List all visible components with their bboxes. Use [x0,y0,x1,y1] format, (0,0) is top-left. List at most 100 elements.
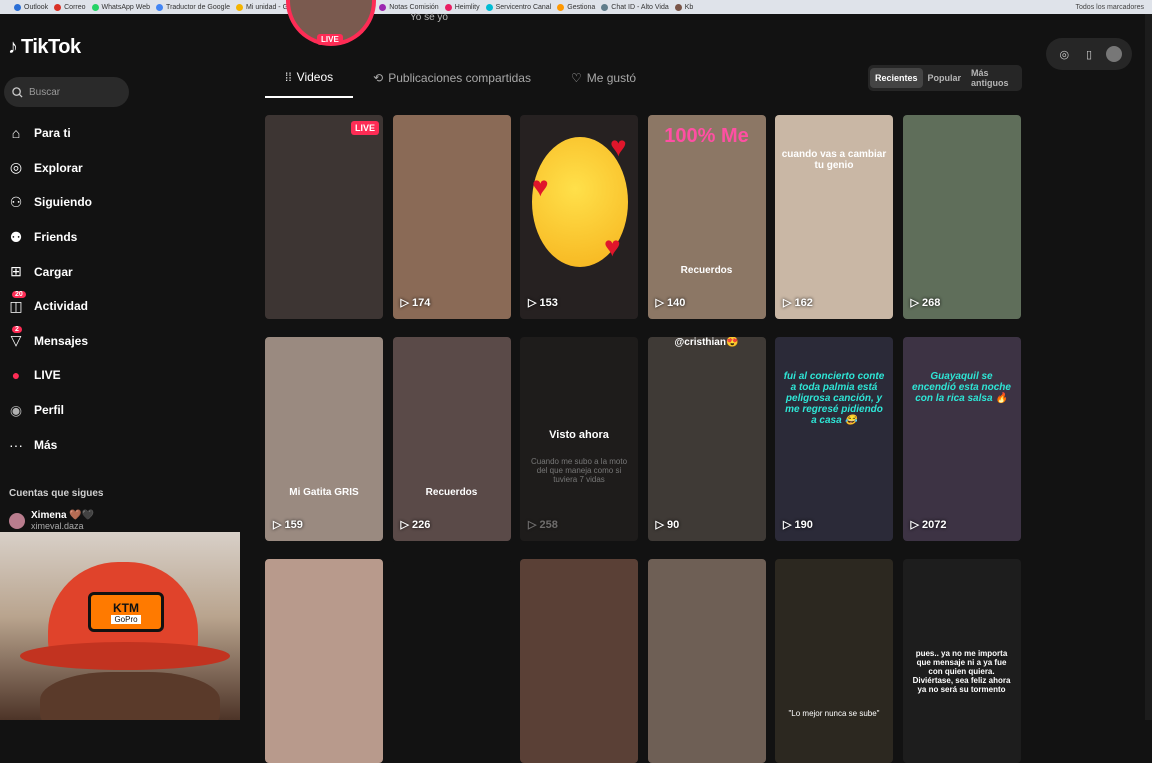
video-tile[interactable]: pues.. ya no me importa que mensaje ni a… [902,559,1021,763]
tab-videos[interactable]: ⁞⁞ Videos [265,64,354,98]
compass-icon: ◎ [9,159,23,176]
tab-liked[interactable]: ♡ Me gustó [551,64,656,98]
video-caption: "Lo mejor nunca se sube" [788,709,880,718]
coin-icon[interactable]: ◎ [1056,46,1072,62]
cap-patch: KTM GoPro [88,592,164,632]
bookmark-item[interactable]: WhatsApp Web [91,3,150,11]
sort-oldest[interactable]: Más antiguos [966,63,1020,93]
video-tile[interactable] [392,559,511,763]
bookmark-item[interactable]: Servicentro Canal [485,3,551,11]
sidebar-item-mensajes[interactable]: ▽ 2 Mensajes [8,324,92,359]
tab-reposts[interactable]: ⟲ Publicaciones compartidas [353,64,551,98]
bookmark-item[interactable]: Heimlity [444,3,480,11]
bookmark-item[interactable]: Notas Comisión [379,3,439,11]
play-icon: ▷ [400,297,409,309]
notification-badge: 20 [12,291,26,299]
video-tile[interactable]: Mi Gatita GRIS ▷ 159 [265,337,383,541]
bookmark-item[interactable]: Chat ID - Alto Vida [601,3,669,11]
phone-icon[interactable]: ▯ [1081,46,1097,62]
play-icon: ▷ [783,297,792,309]
following-title: Cuentas que sigues [9,488,104,499]
bookmark-favicon-icon [14,3,21,11]
video-grid: LIVE ▷ 174 ♥ ♥ ♥ ▷ 153 100% Me Recuerdos ▷ 140 cuand… [265,115,1021,763]
search-placeholder: Buscar [29,86,61,98]
profile-tabs: ⁞⁞ Videos ⟲ Publicaciones compartidas ♡ … [265,64,656,98]
bookmark-favicon-icon [236,3,243,11]
view-count: ▷ 174 [400,296,431,310]
sort-recent[interactable]: Recientes [870,68,923,88]
tiktok-note-icon: ♪ [8,36,18,58]
scrollbar[interactable] [1145,14,1152,720]
profile-main: LIVE Yo sé yo ⁞⁞ Videos ⟲ Publicaciones … [262,0,1022,763]
sidebar-item-siguiendo[interactable]: ⚇ Siguiendo [8,185,92,220]
video-tile[interactable]: @cristhian😍 ▷ 90 [647,337,766,541]
play-icon: ▷ [655,519,664,531]
heart-outline-icon: ♡ [570,71,582,85]
play-icon: ▷ [528,519,537,531]
sidebar-item-cargar[interactable]: ⊞ Cargar [8,254,92,289]
video-tile[interactable]: ▷ 174 [392,115,511,319]
video-tile[interactable]: Guayaquil se encendió esta noche con la … [902,337,1021,541]
bookmark-item[interactable]: Outlook [14,3,48,11]
sidebar-item-para-ti[interactable]: ⌂ Para ti [8,116,92,151]
video-tile[interactable]: Cuando me subo a la moto del que maneja … [520,337,638,541]
following-user[interactable]: Ximena 🤎🖤 ximeval.daza [9,510,94,531]
video-caption: cuando vas a cambiar tu genio [781,149,887,171]
sidebar-item-perfil[interactable]: ◉ Perfil [8,393,92,428]
video-tile[interactable]: LIVE [265,115,383,319]
watched-now-label: Visto ahora [549,429,609,441]
tiktok-logo[interactable]: ♪ TikTok [8,36,81,59]
video-tile[interactable] [520,559,638,763]
video-tile[interactable]: ♥ ♥ ♥ ▷ 153 [520,115,638,319]
bookmark-item[interactable]: Traductor de Google [156,3,230,11]
video-caption: fui al concierto conte a toda palmia est… [783,371,885,426]
sort-popular[interactable]: Popular [923,68,967,88]
video-tile[interactable]: Recuerdos ▷ 226 [392,337,511,541]
bookmark-bar: Outlook Correo WhatsApp Web Traductor de Go… [0,0,1152,14]
home-icon: ⌂ [11,125,21,142]
cap-brim [20,642,230,670]
sidebar: ♪ TikTok Buscar ⌂ Para ti ◎ Explorar ⚇ Siguie… [0,14,240,534]
video-tile[interactable]: cuando vas a cambiar tu genio ▷ 162 [775,115,893,319]
sidebar-item-actividad[interactable]: ◫ 20 Actividad [8,289,92,324]
following-user-handle: ximeval.daza [31,521,84,531]
sidebar-item-friends[interactable]: ⚉ Friends [8,220,92,255]
video-tile[interactable]: "Lo mejor nunca se sube" [775,559,893,763]
bookmark-favicon-icon [91,3,99,11]
avatar [9,512,25,529]
profile-live-badge: LIVE [317,34,343,45]
face [40,672,220,720]
search-input[interactable]: Buscar [4,77,129,107]
sidebar-item-explorar[interactable]: ◎ Explorar [8,151,92,186]
play-icon: ▷ [273,519,282,531]
bookmark-item[interactable]: Gestiona [557,3,595,11]
sidebar-item-live[interactable]: ● LIVE [8,358,92,393]
all-bookmarks[interactable]: Todos los marcadores [1076,4,1152,11]
video-caption: Cuando me subo a la moto del que maneja … [530,457,628,484]
live-badge: LIVE [350,121,379,135]
video-tile[interactable]: ▷ 268 [902,115,1021,319]
bookmark-favicon-icon [485,3,493,11]
profile-icon: ◉ [9,401,23,418]
bookmark-item[interactable]: Kb [674,3,693,11]
webcam-overlay: KTM GoPro [0,532,240,720]
video-tile[interactable] [265,559,383,763]
play-icon: ▷ [783,519,792,531]
bookmark-favicon-icon [674,3,682,11]
video-caption: pues.. ya no me importa que mensaje ni a… [912,649,1011,694]
video-tile[interactable] [647,559,766,763]
heart-icon: ♥ [610,131,627,162]
notification-badge: 2 [12,325,22,333]
repost-icon: ⟲ [373,71,384,85]
heart-icon: ♥ [532,171,549,202]
view-count: ▷ 226 [400,518,431,532]
video-tile[interactable]: 100% Me Recuerdos ▷ 140 [647,115,766,319]
user-avatar[interactable] [1105,46,1122,62]
play-icon: ▷ [910,297,919,309]
video-tile[interactable]: fui al concierto conte a toda palmia est… [775,337,893,541]
grid-icon: ⁞⁞ [285,70,292,84]
bookmark-favicon-icon [156,3,164,11]
bookmark-item[interactable]: Correo [54,3,86,11]
sidebar-item-más[interactable]: ··· Más [8,427,92,462]
view-count: ▷ 2072 [910,518,947,532]
